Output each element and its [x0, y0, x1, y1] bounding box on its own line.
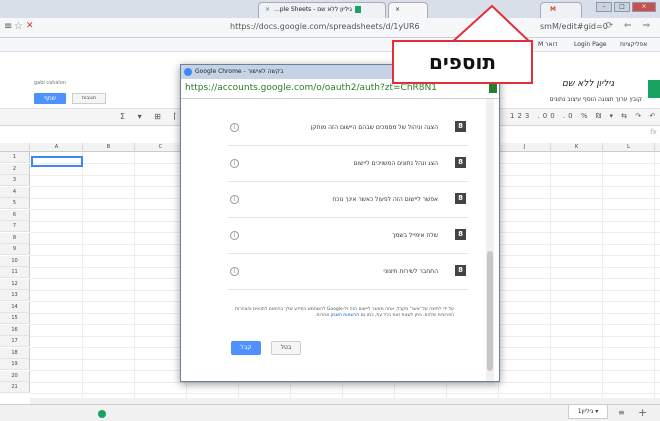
callout-arrow [449, 4, 533, 45]
addons-callout: תוספים [392, 40, 533, 84]
callout-pointer [449, 4, 533, 45]
screen: × ...ple Sheets - גיליון ללא שם × M – □ ×… [0, 0, 660, 421]
